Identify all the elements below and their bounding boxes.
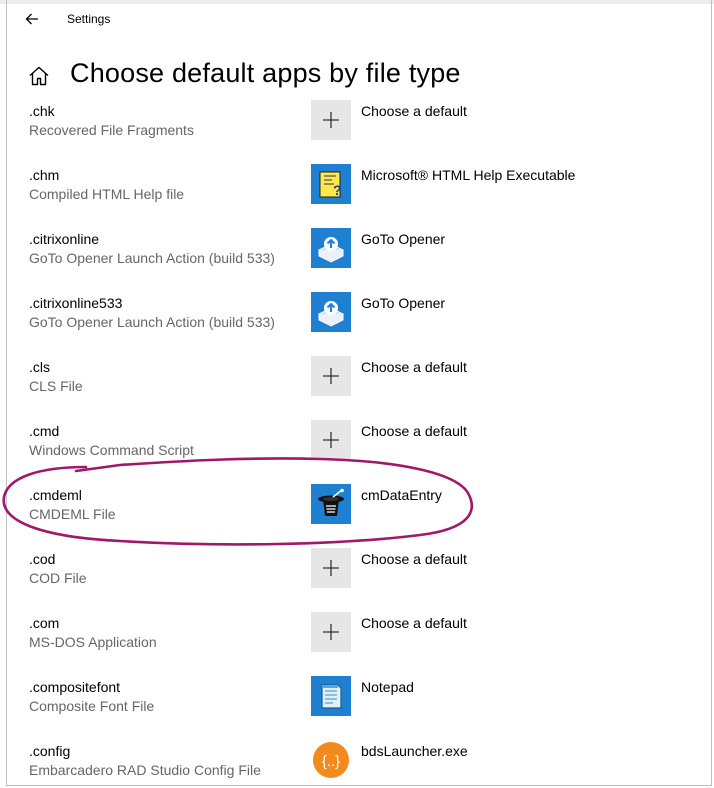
- list-item: .config Embarcadero RAD Studio Config Fi…: [0, 737, 714, 788]
- plus-icon: [311, 356, 351, 396]
- file-extension: .cmdeml: [29, 487, 82, 503]
- list-item: .compositefont Composite Font File Notep…: [0, 673, 714, 737]
- file-description: Recovered File Fragments: [29, 122, 194, 138]
- title-bar: Settings: [7, 4, 711, 34]
- default-app-button[interactable]: GoTo Opener: [311, 228, 631, 268]
- plus-icon: [311, 548, 351, 588]
- file-extension: .cmd: [29, 423, 60, 439]
- list-item: .cmdeml CMDEML File cmDataEntry: [0, 481, 714, 545]
- file-description: CMDEML File: [29, 506, 116, 522]
- app-name: Choose a default: [361, 103, 467, 119]
- cmdataentry-icon: [311, 484, 351, 524]
- plus-icon: [311, 100, 351, 140]
- app-name: GoTo Opener: [361, 231, 446, 247]
- file-extension: .chk: [29, 103, 55, 119]
- app-name: Choose a default: [361, 423, 467, 439]
- back-arrow-icon: [25, 13, 38, 25]
- plus-icon: [311, 612, 351, 652]
- html-help-icon: ?: [311, 164, 351, 204]
- file-description: GoTo Opener Launch Action (build 533): [29, 314, 275, 330]
- file-description: Windows Command Script: [29, 442, 194, 458]
- app-name: Microsoft® HTML Help Executable: [361, 167, 576, 183]
- file-description: COD File: [29, 570, 87, 586]
- default-app-button[interactable]: ? Microsoft® HTML Help Executable: [311, 164, 631, 204]
- goto-opener-icon: [311, 228, 351, 268]
- default-app-button[interactable]: cmDataEntry: [311, 484, 631, 524]
- app-name: GoTo Opener: [361, 295, 446, 311]
- list-item: .com MS-DOS Application Choose a default: [0, 609, 714, 673]
- list-item: .cmd Windows Command Script Choose a def…: [0, 417, 714, 481]
- default-app-button[interactable]: {..} bdsLauncher.exe: [311, 740, 631, 780]
- goto-opener-icon: [311, 292, 351, 332]
- bdslauncher-icon: {..}: [311, 740, 351, 780]
- file-extension: .citrixonline: [29, 231, 100, 247]
- app-name: bdsLauncher.exe: [361, 743, 468, 759]
- list-item: .chk Recovered File Fragments Choose a d…: [0, 97, 714, 161]
- page-title: Choose default apps by file type: [70, 58, 461, 88]
- list-item: .cod COD File Choose a default: [0, 545, 714, 609]
- file-extension: .chm: [29, 167, 60, 183]
- default-app-button[interactable]: GoTo Opener: [311, 292, 631, 332]
- choose-default-app-button[interactable]: Choose a default: [311, 548, 631, 588]
- file-extension: .citrixonline533: [29, 295, 123, 311]
- back-button[interactable]: [19, 6, 45, 32]
- list-item: .chm Compiled HTML Help file ? Microsoft…: [0, 161, 714, 225]
- file-description: CLS File: [29, 378, 83, 394]
- file-description: Embarcadero RAD Studio Config File: [29, 762, 261, 778]
- list-item: .citrixonline533 GoTo Opener Launch Acti…: [0, 289, 714, 353]
- window-title: Settings: [67, 12, 111, 26]
- plus-icon: [311, 420, 351, 460]
- choose-default-app-button[interactable]: Choose a default: [311, 612, 631, 652]
- home-icon[interactable]: [27, 64, 51, 88]
- file-extension: .compositefont: [29, 679, 121, 695]
- default-app-button[interactable]: Notepad: [311, 676, 631, 716]
- file-extension: .cod: [29, 551, 56, 567]
- file-type-list: .chk Recovered File Fragments Choose a d…: [0, 97, 714, 788]
- page-header: Choose default apps by file type: [7, 54, 711, 98]
- list-item: .citrixonline GoTo Opener Launch Action …: [0, 225, 714, 289]
- file-description: Compiled HTML Help file: [29, 186, 185, 202]
- file-extension: .config: [29, 743, 71, 759]
- file-description: MS-DOS Application: [29, 634, 157, 650]
- file-extension: .cls: [29, 359, 50, 375]
- app-name: Choose a default: [361, 551, 467, 567]
- svg-text:{..}: {..}: [322, 753, 340, 770]
- list-item: .cls CLS File Choose a default: [0, 353, 714, 417]
- file-extension: .com: [29, 615, 60, 631]
- notepad-icon: [311, 676, 351, 716]
- app-name: Choose a default: [361, 359, 467, 375]
- file-description: GoTo Opener Launch Action (build 533): [29, 250, 275, 266]
- app-name: Notepad: [361, 679, 414, 695]
- choose-default-app-button[interactable]: Choose a default: [311, 100, 631, 140]
- app-name: Choose a default: [361, 615, 467, 631]
- choose-default-app-button[interactable]: Choose a default: [311, 356, 631, 396]
- choose-default-app-button[interactable]: Choose a default: [311, 420, 631, 460]
- file-description: Composite Font File: [29, 698, 155, 714]
- svg-text:?: ?: [333, 182, 342, 198]
- app-name: cmDataEntry: [361, 487, 442, 503]
